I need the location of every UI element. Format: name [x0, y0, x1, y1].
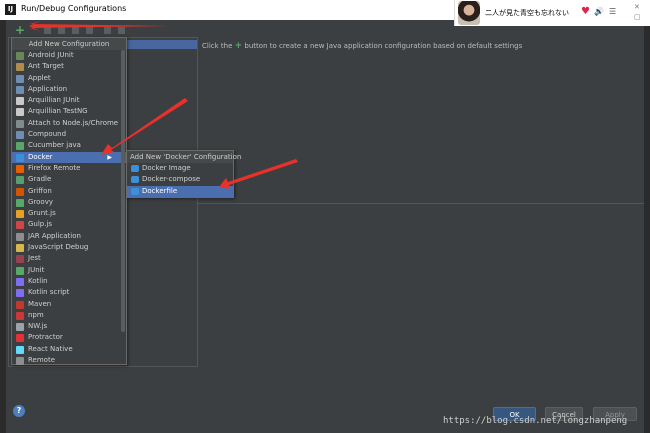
- annotation-arrows: [29, 21, 298, 189]
- annotation-arrow-dockerfile: [219, 159, 298, 189]
- annotation-arrow-toolbar: [29, 21, 170, 31]
- annotation-arrow-docker: [101, 98, 188, 155]
